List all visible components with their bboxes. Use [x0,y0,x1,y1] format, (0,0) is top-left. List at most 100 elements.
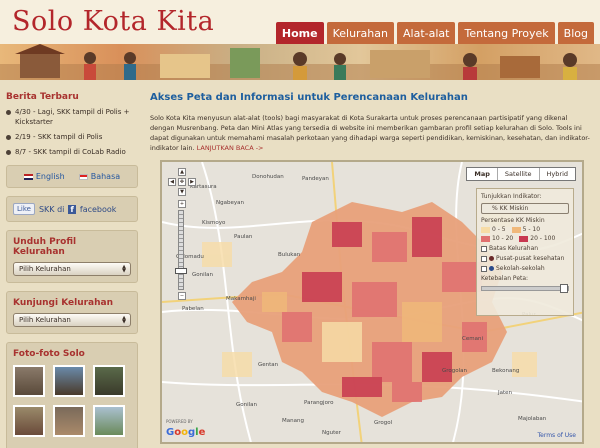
nav-tentang-proyek[interactable]: Tentang Proyek [458,22,555,46]
news-item[interactable]: 8/7 - SKK tampil di CoLab Radio [6,147,138,157]
news-heading: Berita Terbaru [6,92,79,102]
lang-english-link[interactable]: English [23,172,65,181]
photo-thumbnail[interactable] [93,365,125,397]
kunjungi-select[interactable]: Pilih Kelurahan ▲ ▼ [13,313,131,327]
news-item[interactable]: 2/19 - SKK tampil di Polis [6,132,138,142]
profil-box: Unduh Profil Kelurahan Pilih Kelurahan ▲ ▼ [6,230,138,283]
news-section: Berita Terbaru 4/30 - Lagi, SKK tampil d… [6,92,138,157]
language-box: English Bahasa [6,165,138,188]
bullet-icon [6,110,11,115]
read-more-link[interactable]: LANJUTKAN BACA -> [197,144,264,152]
place-label: Grogol [374,420,393,426]
range-label: 20 - 100 [530,235,556,242]
news-item-text[interactable]: 8/7 - SKK tampil di CoLab Radio [15,147,126,157]
map-type-control: Map Satellite Hybrid [466,167,576,181]
place-label: Gonilan [192,272,214,278]
pan-right-icon[interactable]: ▶ [188,178,196,186]
sidebar: Berita Terbaru 4/30 - Lagi, SKK tampil d… [6,84,138,448]
checkbox-icon[interactable] [481,265,487,272]
health-label: Pusat-pusat kesehatan [496,255,565,262]
uk-flag-icon [23,173,33,180]
school-label: Sekolah-sekolah [496,265,545,272]
indicator-label: Tunjukkan Indikator: [481,193,542,200]
pan-left-icon[interactable]: ◀ [168,178,176,186]
opacity-slider-handle[interactable] [560,284,568,293]
legend-range: 0 - 5 [481,226,506,233]
boundary-toggle[interactable]: Batas Kelurahan [481,245,569,252]
news-item-text[interactable]: 4/30 - Lagi, SKK tampil di Polis + Kicks… [15,107,138,127]
health-toggle[interactable]: Pusat-pusat kesehatan [481,255,569,262]
health-center-icon [489,256,494,261]
photo-grid [13,365,131,437]
place-label: Gonilan [236,402,258,408]
map-type-satellite[interactable]: Satellite [496,168,539,180]
facebook-icon[interactable]: f [68,204,76,214]
intro-paragraph: Solo Kota Kita menyusun alat-alat (tools… [150,113,590,153]
checkbox-icon[interactable] [481,245,487,252]
zoom-slider-track[interactable] [178,210,184,290]
photo-thumbnail[interactable] [53,405,85,437]
site-header: Solo Kota Kita Home Kelurahan Alat-alat … [0,0,600,80]
place-label: Parangjoro [304,400,334,406]
news-item-text[interactable]: 2/19 - SKK tampil di Polis [15,132,102,142]
opacity-slider[interactable] [481,284,569,293]
nav-kelurahan[interactable]: Kelurahan [326,22,394,46]
indicator-select[interactable]: % KK Miskin [481,203,569,214]
place-label: Ngabeyan [216,200,244,206]
checkbox-icon[interactable] [481,255,487,262]
pan-up-icon[interactable]: ▲ [178,168,186,176]
school-toggle[interactable]: Sekolah-sekolah [481,265,569,272]
indonesia-flag-icon [78,173,88,180]
zoom-in-icon[interactable]: + [178,200,186,208]
nav-home[interactable]: Home [275,22,324,46]
map-widget[interactable]: Donohudan Pandeyan Ngabeyan Kismoyo Paul… [160,160,584,444]
nav-alat-alat[interactable]: Alat-alat [397,22,456,46]
header-banner-illustration [0,44,600,80]
lang-bahasa-link[interactable]: Bahasa [78,172,120,181]
zoom-out-icon[interactable]: − [178,292,186,300]
place-label: Paulan [234,234,253,240]
photo-thumbnail[interactable] [53,365,85,397]
google-logo[interactable]: Google [166,427,205,438]
facebook-box: Like SKK di f facebook [6,196,138,222]
lang-bahasa-label[interactable]: Bahasa [91,172,120,181]
profil-heading: Unduh Profil Kelurahan [13,237,77,257]
terms-of-use-link[interactable]: Terms of Use [538,432,576,439]
percent-label: Persentase KK Miskin [481,217,545,224]
range-swatch [481,226,490,233]
photos-heading: Foto-foto Solo [13,349,85,359]
school-icon [489,266,494,271]
facebook-like-button[interactable]: Like [13,203,35,215]
zoom-slider-handle[interactable] [175,268,187,274]
range-label: 10 - 20 [492,235,514,242]
bullet-icon [6,135,11,140]
place-label: Grogolan [442,368,468,374]
kunjungi-box: Kunjungi Kelurahan Pilih Kelurahan ▲ ▼ [6,291,138,334]
range-swatch [519,235,529,242]
pan-down-icon[interactable]: ▼ [178,188,186,196]
powered-by-text: POWERED BY [166,419,193,424]
photo-thumbnail[interactable] [13,365,45,397]
map-type-map[interactable]: Map [467,168,497,180]
bullet-icon [6,150,11,155]
place-label: Majolaban [518,416,547,422]
place-label: Pabelan [182,306,204,312]
map-legend-panel: Tunjukkan Indikator: % KK Miskin Persent… [476,188,574,316]
facebook-brand[interactable]: facebook [80,205,117,214]
place-label: Donohudan [252,174,284,180]
photo-thumbnail[interactable] [93,405,125,437]
facebook-text: SKK di [38,204,65,214]
news-item[interactable]: 4/30 - Lagi, SKK tampil di Polis + Kicks… [6,107,138,127]
range-label: 5 - 10 [522,226,541,233]
opacity-label: Ketebalan Peta: [481,275,529,282]
lang-english-label[interactable]: English [36,172,65,181]
kunjungi-heading: Kunjungi Kelurahan [13,298,114,308]
profil-select[interactable]: Pilih Kelurahan ▲ ▼ [13,262,131,276]
place-label: Pandeyan [302,176,329,182]
photo-thumbnail[interactable] [13,405,45,437]
map-type-hybrid[interactable]: Hybrid [538,168,575,180]
pan-center-icon[interactable]: ✥ [178,178,186,186]
site-title[interactable]: Solo Kota Kita [12,6,214,37]
banner-illustration [0,44,600,80]
nav-blog[interactable]: Blog [557,22,594,46]
